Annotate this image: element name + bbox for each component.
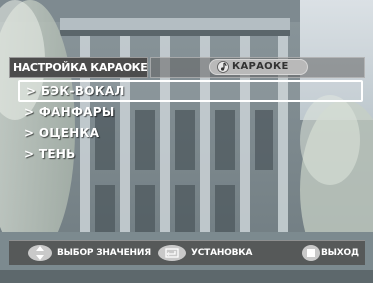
page-title: НАСТРОЙКА КАРАОКЕ bbox=[9, 57, 148, 78]
menu-item-score[interactable]: > ОЦЕНКА bbox=[18, 122, 363, 144]
header-bar: НАСТРОЙКА КАРАОКЕ КАРАОКЕ bbox=[9, 57, 365, 78]
hint-select-label: ВЫБОР ЗНАЧЕНИЯ bbox=[57, 248, 151, 258]
hint-confirm-label: УСТАНОВКА bbox=[191, 248, 253, 258]
menu-item-shadow[interactable]: > ТЕНЬ bbox=[18, 143, 363, 165]
mode-label: КАРАОКЕ bbox=[232, 61, 289, 72]
menu-item-backing-vocals[interactable]: > БЭК-ВОКАЛ bbox=[18, 80, 363, 102]
karaoke-setup-screen: НАСТРОЙКА КАРАОКЕ КАРАОКЕ > БЭК-ВОКАЛ > … bbox=[0, 0, 373, 283]
footer-hint-bar: ВЫБОР ЗНАЧЕНИЯ УСТАНОВКА ВЫХОД bbox=[9, 240, 365, 265]
stop-icon bbox=[302, 245, 320, 261]
mode-badge: КАРАОКЕ bbox=[209, 59, 308, 75]
hint-exit-label: ВЫХОД bbox=[321, 248, 359, 258]
music-note-icon bbox=[217, 61, 229, 73]
menu-item-fanfare[interactable]: > ФАНФАРЫ bbox=[18, 101, 363, 123]
enter-icon bbox=[158, 245, 186, 261]
up-down-arrows-icon bbox=[28, 245, 52, 261]
